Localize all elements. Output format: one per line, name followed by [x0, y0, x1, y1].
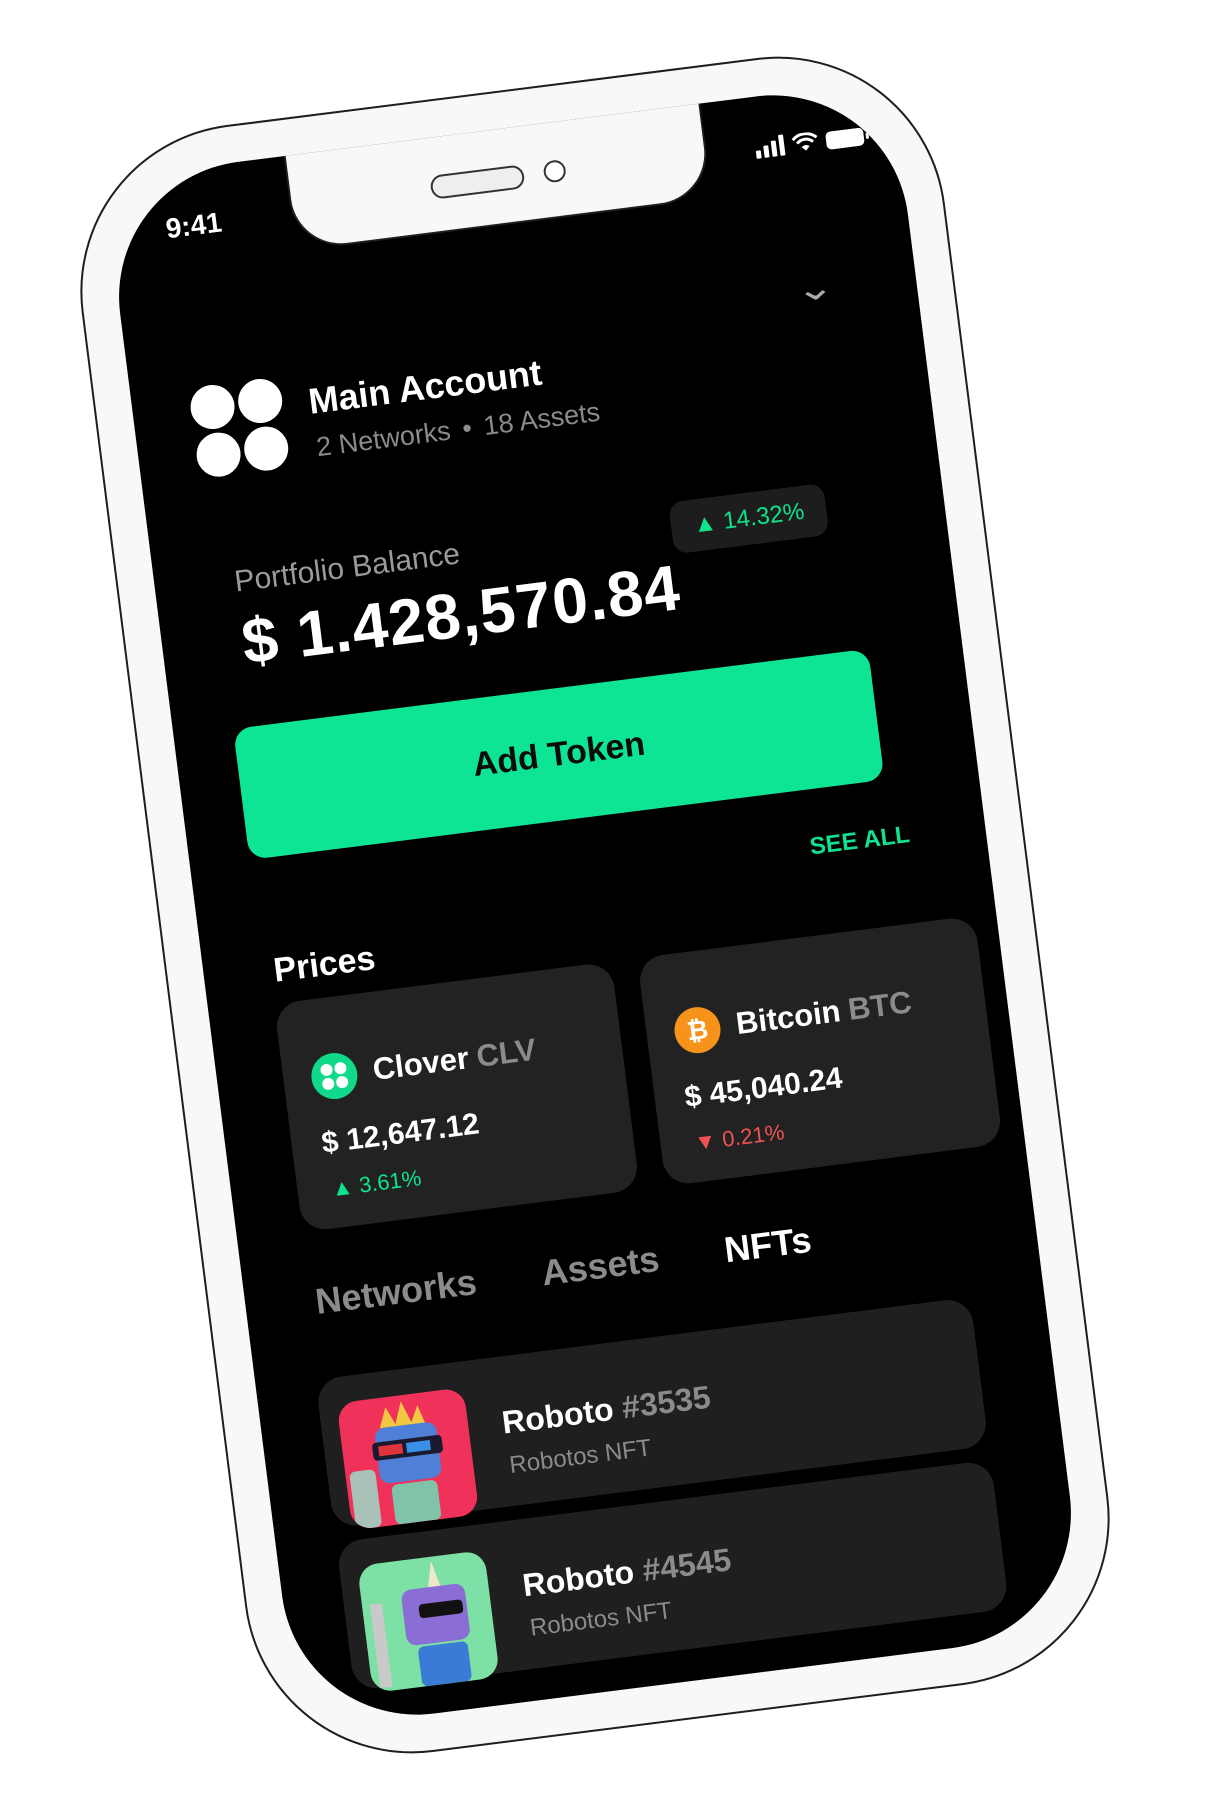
price-card-bitcoin[interactable]: ₿ Bitcoin BTC $ 45,040.24 ▼ 0.21%: [636, 915, 1004, 1187]
nft-name: Roboto #3535: [500, 1379, 713, 1442]
see-all-link[interactable]: SEE ALL: [808, 821, 911, 861]
nft-thumbnail: [356, 1550, 501, 1694]
nft-name-text: Roboto: [499, 1390, 616, 1441]
coin-change: ▲ 3.61%: [329, 1165, 423, 1202]
nft-name-text: Roboto: [520, 1553, 637, 1604]
speaker-icon: [429, 164, 526, 200]
coin-name: Clover CLV: [371, 1032, 538, 1088]
phone-mockup: 9:41 ⌄ Main Account 2 Networks • 18 Asse…: [0, 0, 1205, 1813]
nft-number: #3535: [619, 1378, 713, 1426]
status-icons: [754, 123, 865, 159]
nft-collection: Robotos NFT: [507, 1434, 653, 1480]
coin-change: ▼ 0.21%: [693, 1119, 786, 1156]
chevron-down-icon[interactable]: ⌄: [792, 266, 837, 311]
add-token-button[interactable]: Add Token: [233, 648, 885, 860]
nft-thumbnail: [336, 1387, 480, 1531]
coin-name-text: Clover: [370, 1040, 471, 1087]
tab-assets[interactable]: Assets: [539, 1238, 661, 1294]
nft-number: #4545: [640, 1541, 734, 1589]
asset-count: 18 Assets: [481, 396, 602, 442]
status-time: 9:41: [163, 206, 224, 245]
wifi-icon: [791, 132, 818, 151]
cellular-signal-icon: [754, 133, 786, 159]
meta-separator: •: [460, 412, 474, 444]
coin-price: $ 12,647.12: [319, 1107, 482, 1160]
camera-icon: [542, 158, 568, 184]
phone-frame: 9:41 ⌄ Main Account 2 Networks • 18 Asse…: [60, 36, 1130, 1774]
network-count: 2 Networks: [314, 415, 453, 463]
nft-name: Roboto #4545: [520, 1541, 733, 1604]
coin-price: $ 45,040.24: [682, 1061, 845, 1115]
tab-networks[interactable]: Networks: [313, 1261, 479, 1323]
portfolio-change-badge: ▲ 14.32%: [668, 483, 830, 555]
nft-collection: Robotos NFT: [528, 1597, 674, 1642]
battery-icon: [824, 127, 865, 150]
coin-ticker: CLV: [474, 1031, 538, 1074]
coin-name: Bitcoin BTC: [734, 984, 914, 1042]
tab-nfts[interactable]: NFTs: [722, 1219, 814, 1272]
asset-tabs: Networks Assets NFTs: [313, 1219, 814, 1323]
robot-avatar-icon: [369, 1560, 472, 1689]
robot-avatar-icon: [349, 1401, 443, 1530]
clover-coin-icon: [308, 1050, 361, 1102]
clover-logo: [187, 376, 291, 480]
coin-name-text: Bitcoin: [733, 993, 843, 1042]
bitcoin-coin-icon: ₿: [671, 1004, 724, 1056]
coin-ticker: BTC: [845, 984, 914, 1027]
price-card-clover[interactable]: Clover CLV $ 12,647.12 ▲ 3.61%: [273, 961, 641, 1233]
prices-title: Prices: [271, 939, 378, 990]
